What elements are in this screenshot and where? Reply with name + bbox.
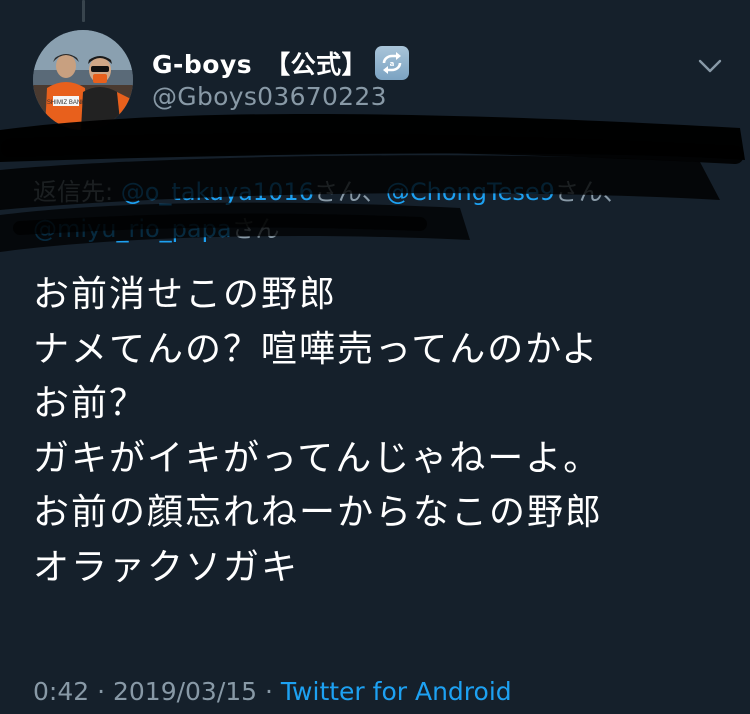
- tweet-line: お前の顔忘れねーからなこの野郎: [33, 492, 604, 533]
- reply-to-line: 返信先: @o_takuya1016さん、@ChongTese9さん、@miyu…: [33, 174, 723, 248]
- reply-mention-2[interactable]: @ChongTese9: [386, 178, 555, 206]
- tweet-body: お前消せこの野郎 ナメてんの？喧嘩売ってんのかよ お前？ ガキがイキがってんじゃ…: [33, 268, 733, 595]
- avatar-photo: SHIMIZ BANK: [33, 30, 133, 130]
- tweet-line: オラァクソガキ: [33, 546, 300, 588]
- tweet-line: ガキがイキがってんじゃねーよ。: [33, 437, 602, 479]
- tweet-metadata: 0:42 · 2019/03/15 · Twitter for Android: [33, 677, 512, 706]
- author-header: G-boys 【公式】 a @Gboys03670223: [152, 44, 670, 111]
- meta-separator: ·: [89, 677, 113, 706]
- display-name[interactable]: G-boys 【公式】: [152, 45, 367, 81]
- thread-connector-line: [82, 0, 85, 22]
- svg-text:a: a: [390, 60, 395, 68]
- reply-mention-1[interactable]: @o_takuya1016: [121, 178, 314, 206]
- user-handle[interactable]: @Gboys03670223: [152, 82, 670, 111]
- meta-separator: ·: [257, 677, 281, 706]
- tweet-date[interactable]: 2019/03/15: [113, 677, 257, 706]
- tweet-line: お前？: [33, 383, 148, 424]
- tweet-time[interactable]: 0:42: [33, 677, 89, 706]
- tweet-line: お前消せこの野郎: [33, 274, 338, 315]
- tweet-line: ナメてんの？喧嘩売ってんのかよ: [33, 328, 600, 370]
- reply-mention-3[interactable]: @miyu_rio_papa: [33, 215, 232, 243]
- tweet-source-link[interactable]: Twitter for Android: [281, 677, 512, 706]
- avatar-jersey-text: SHIMIZ BANK: [47, 100, 85, 106]
- avatar[interactable]: SHIMIZ BANK: [33, 30, 133, 130]
- reply-to-prefix: 返信先:: [33, 178, 121, 206]
- reply-suffix-2: さん、: [554, 178, 627, 206]
- chevron-down-icon[interactable]: [696, 52, 724, 80]
- reply-suffix-1: さん、: [313, 178, 386, 206]
- name-row: G-boys 【公式】 a: [152, 44, 670, 82]
- repeat-arrows-icon: a: [375, 46, 410, 80]
- reply-suffix-3: さん: [231, 215, 280, 243]
